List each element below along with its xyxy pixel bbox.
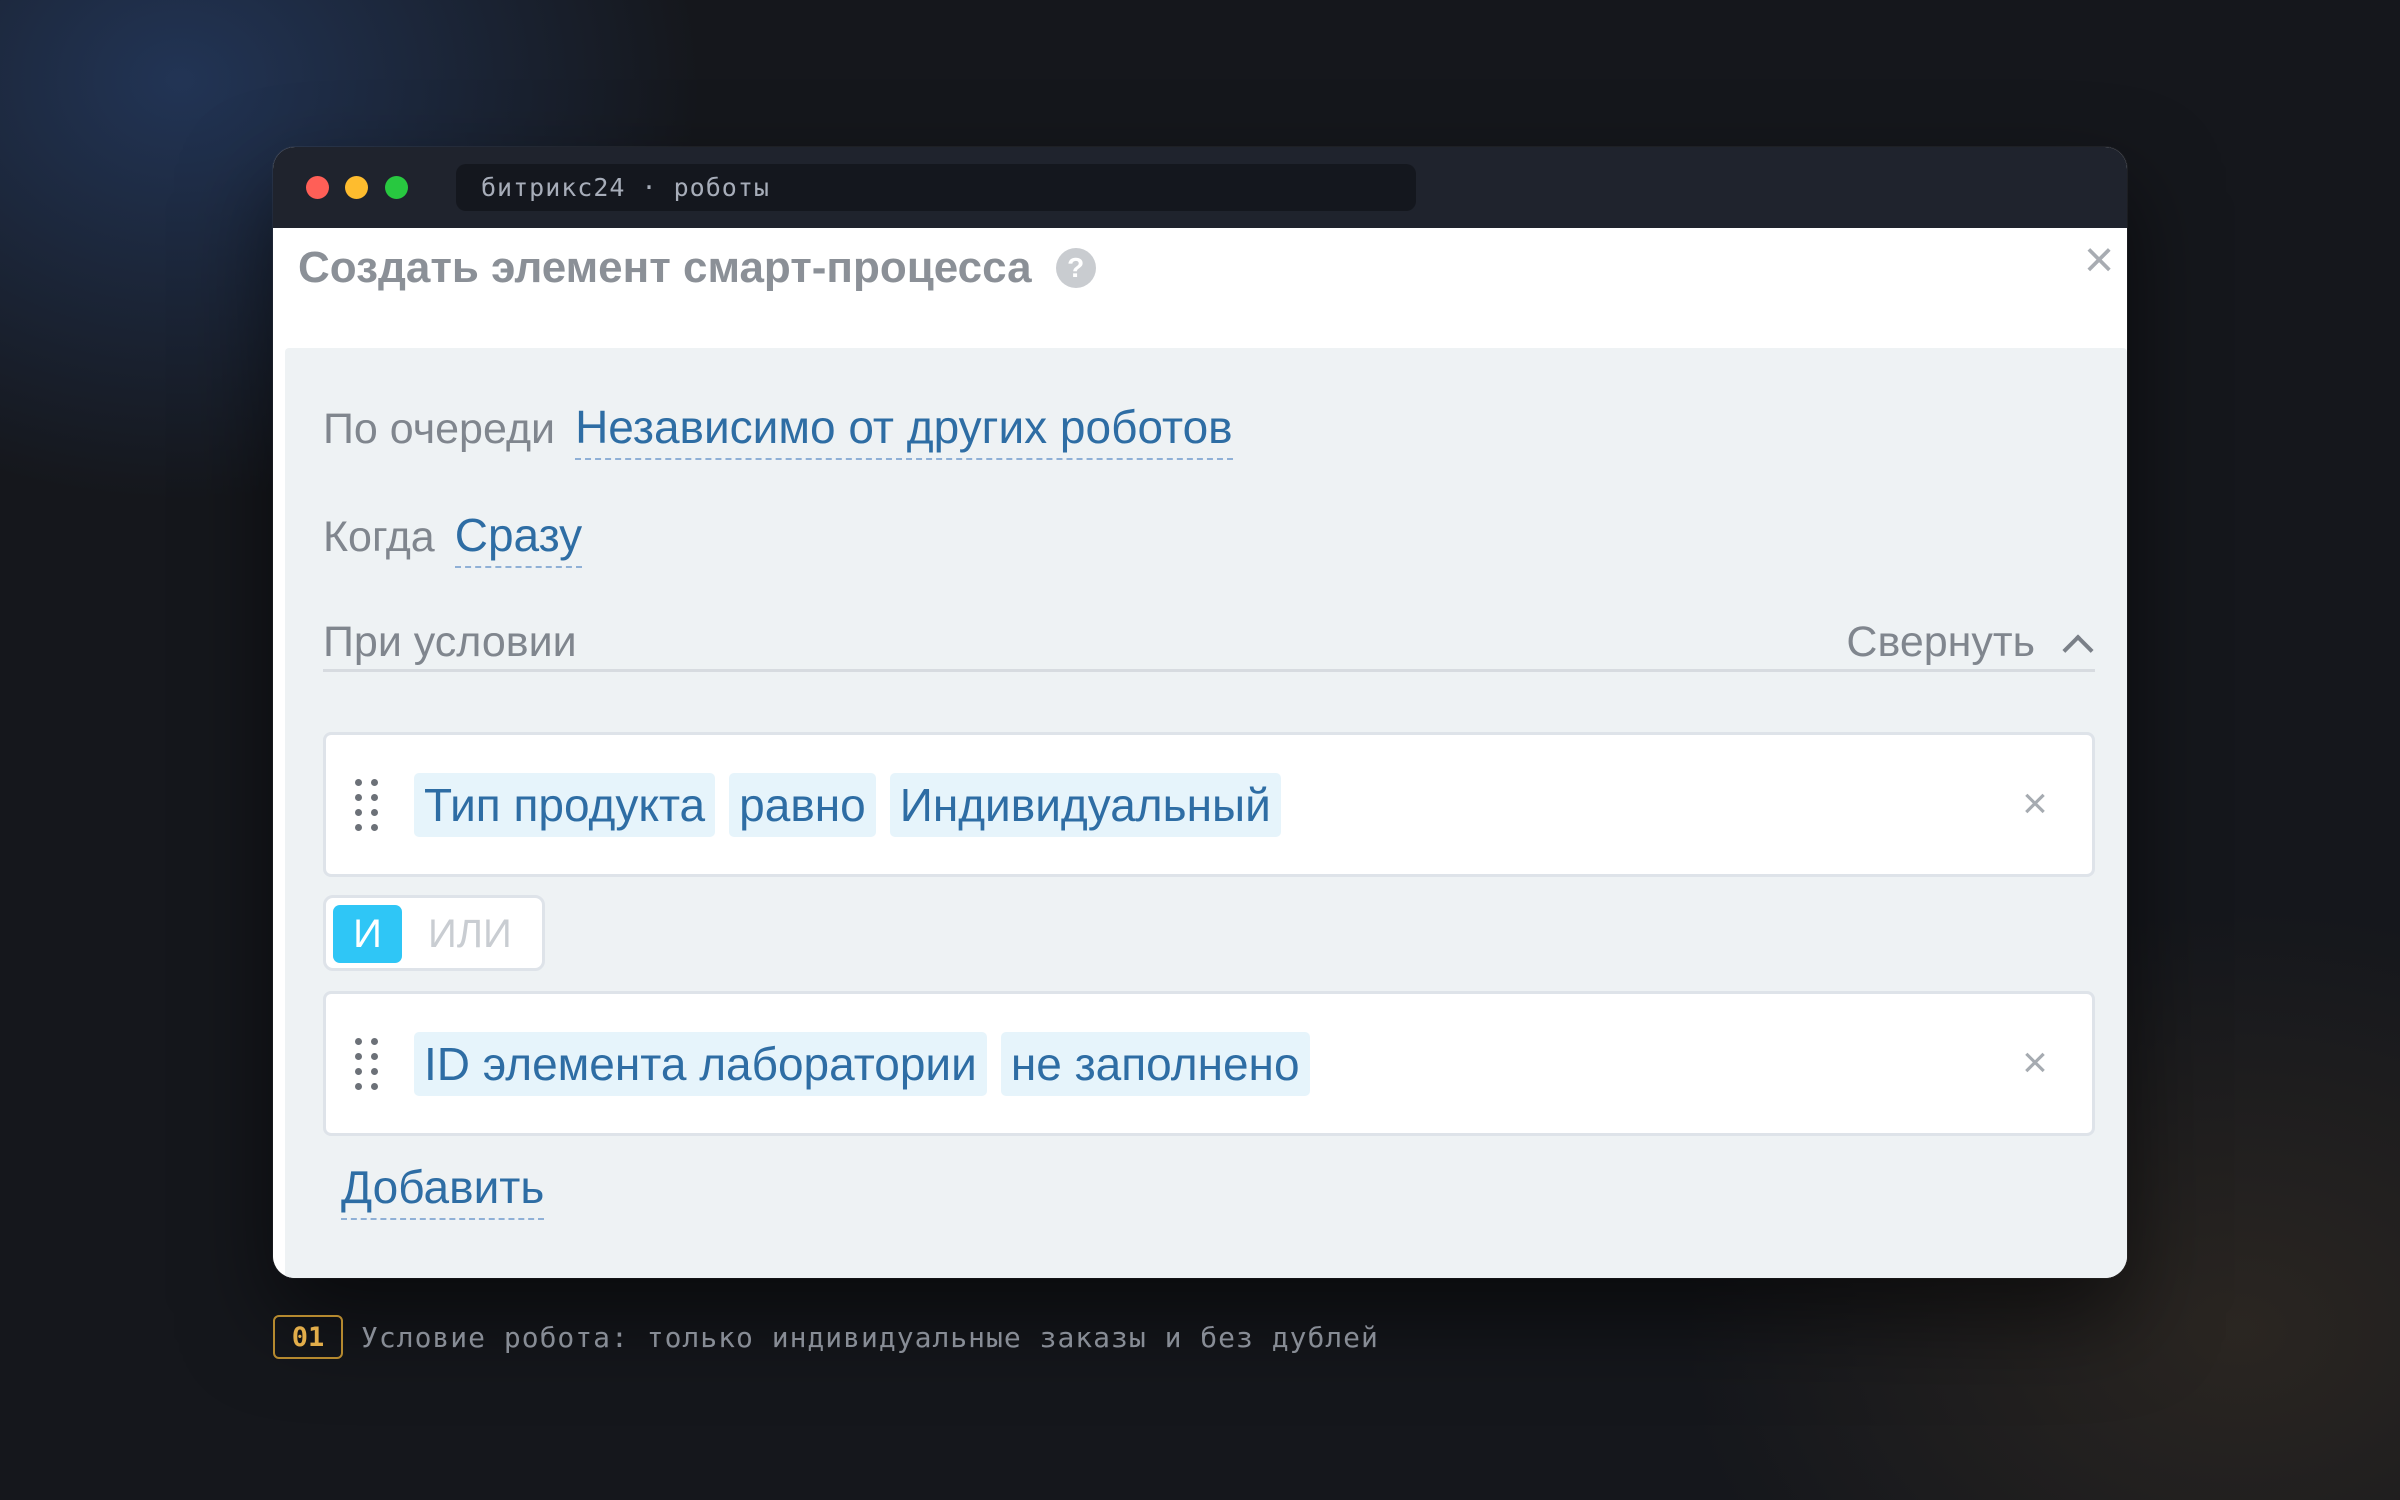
queue-label: По очереди xyxy=(323,405,556,453)
when-setting: Когда Сразу xyxy=(323,508,583,568)
logic-or-button[interactable]: ИЛИ xyxy=(428,905,512,963)
address-bar[interactable]: битрикс24 · роботы xyxy=(456,164,1416,211)
condition-row: ID элемента лаборатории не заполнено × xyxy=(323,991,2095,1136)
minimize-window-button[interactable] xyxy=(345,176,368,199)
condition-field-chip[interactable]: Тип продукта xyxy=(414,773,716,837)
when-label: Когда xyxy=(323,513,435,561)
when-value-link[interactable]: Сразу xyxy=(454,508,583,568)
drag-handle-icon[interactable] xyxy=(353,775,381,835)
conditions-title: При условии xyxy=(323,618,577,666)
condition-value-chip[interactable]: Индивидуальный xyxy=(889,773,1281,837)
close-icon[interactable]: × xyxy=(2075,234,2123,286)
remove-condition-icon[interactable]: × xyxy=(2012,781,2058,827)
caption-text: Условие робота: только индивидуальные за… xyxy=(361,1320,1379,1354)
maximize-window-button[interactable] xyxy=(385,176,408,199)
caption-number-badge: 01 xyxy=(273,1315,343,1359)
condition-operator-chip[interactable]: не заполнено xyxy=(1000,1032,1310,1096)
window-titlebar: битрикс24 · роботы xyxy=(273,147,2127,228)
condition-chips: ID элемента лаборатории не заполнено xyxy=(414,1032,1310,1096)
queue-setting: По очереди Независимо от других роботов xyxy=(323,400,1233,460)
collapse-label: Свернуть xyxy=(1846,618,2035,666)
robot-settings-panel: По очереди Независимо от других роботов … xyxy=(285,348,2127,1278)
dialog-header: Создать элемент смарт-процесса ? xyxy=(298,238,1096,298)
remove-condition-icon[interactable]: × xyxy=(2012,1040,2058,1086)
app-window: битрикс24 · роботы Создать элемент смарт… xyxy=(273,147,2127,1278)
dialog: Создать элемент смарт-процесса ? × По оч… xyxy=(273,228,2127,1278)
condition-operator-chip[interactable]: равно xyxy=(729,773,876,837)
logic-toggle: И ИЛИ xyxy=(323,895,545,971)
condition-chips: Тип продукта равно Индивидуальный xyxy=(414,773,1281,837)
queue-value-link[interactable]: Независимо от других роботов xyxy=(575,400,1233,460)
dialog-title: Создать элемент смарт-процесса xyxy=(298,243,1032,292)
logic-and-button[interactable]: И xyxy=(333,905,402,963)
close-window-button[interactable] xyxy=(306,176,329,199)
collapse-button[interactable]: Свернуть xyxy=(1846,618,2094,667)
condition-field-chip[interactable]: ID элемента лаборатории xyxy=(414,1032,987,1096)
conditions-header: При условии Свернуть xyxy=(323,618,2095,672)
help-icon[interactable]: ? xyxy=(1055,248,1096,288)
condition-row: Тип продукта равно Индивидуальный × xyxy=(323,732,2095,877)
drag-handle-icon[interactable] xyxy=(353,1034,381,1094)
figure-caption: 01 Условие робота: только индивидуальные… xyxy=(273,1315,1379,1359)
add-condition-link[interactable]: Добавить xyxy=(341,1160,545,1220)
chevron-up-icon xyxy=(2062,633,2094,666)
